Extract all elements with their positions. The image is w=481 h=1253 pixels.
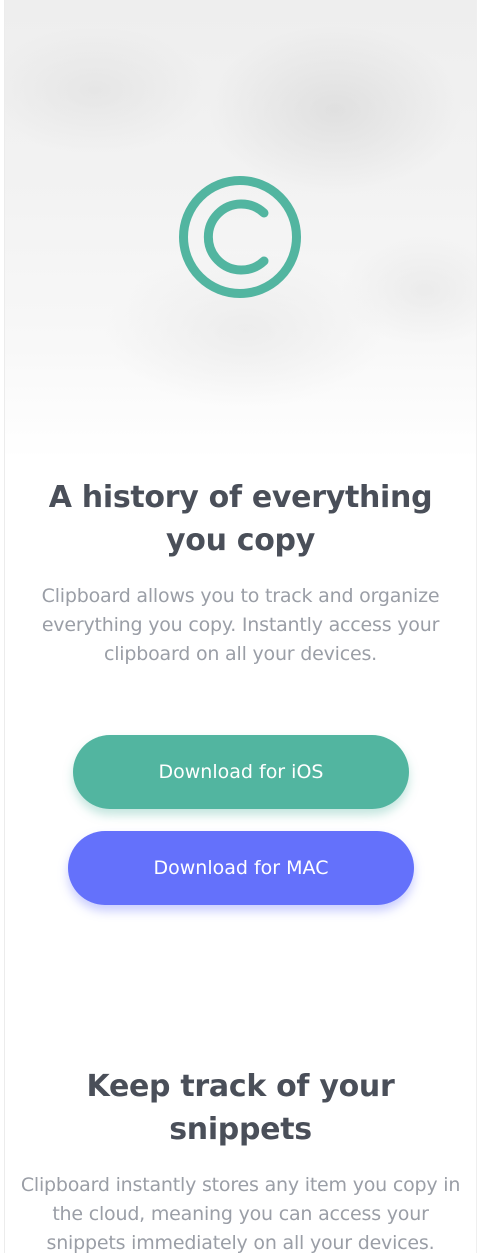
logo (178, 175, 302, 299)
download-mac-button[interactable]: Download for MAC (68, 831, 414, 905)
snippets-description: Clipboard instantly stores any item you … (20, 1174, 461, 1253)
download-ios-button[interactable]: Download for iOS (73, 735, 409, 809)
hero-description: Clipboard allows you to track and organi… (41, 585, 440, 665)
hero-headline: A history of everything you copy (48, 480, 433, 558)
frame-border-right (476, 0, 477, 1253)
landing-page: A history of everything you copy Clipboa… (0, 0, 481, 1253)
snippets-headline: Keep track of your snippets (86, 1069, 395, 1147)
copyright-circle-icon (179, 176, 301, 298)
